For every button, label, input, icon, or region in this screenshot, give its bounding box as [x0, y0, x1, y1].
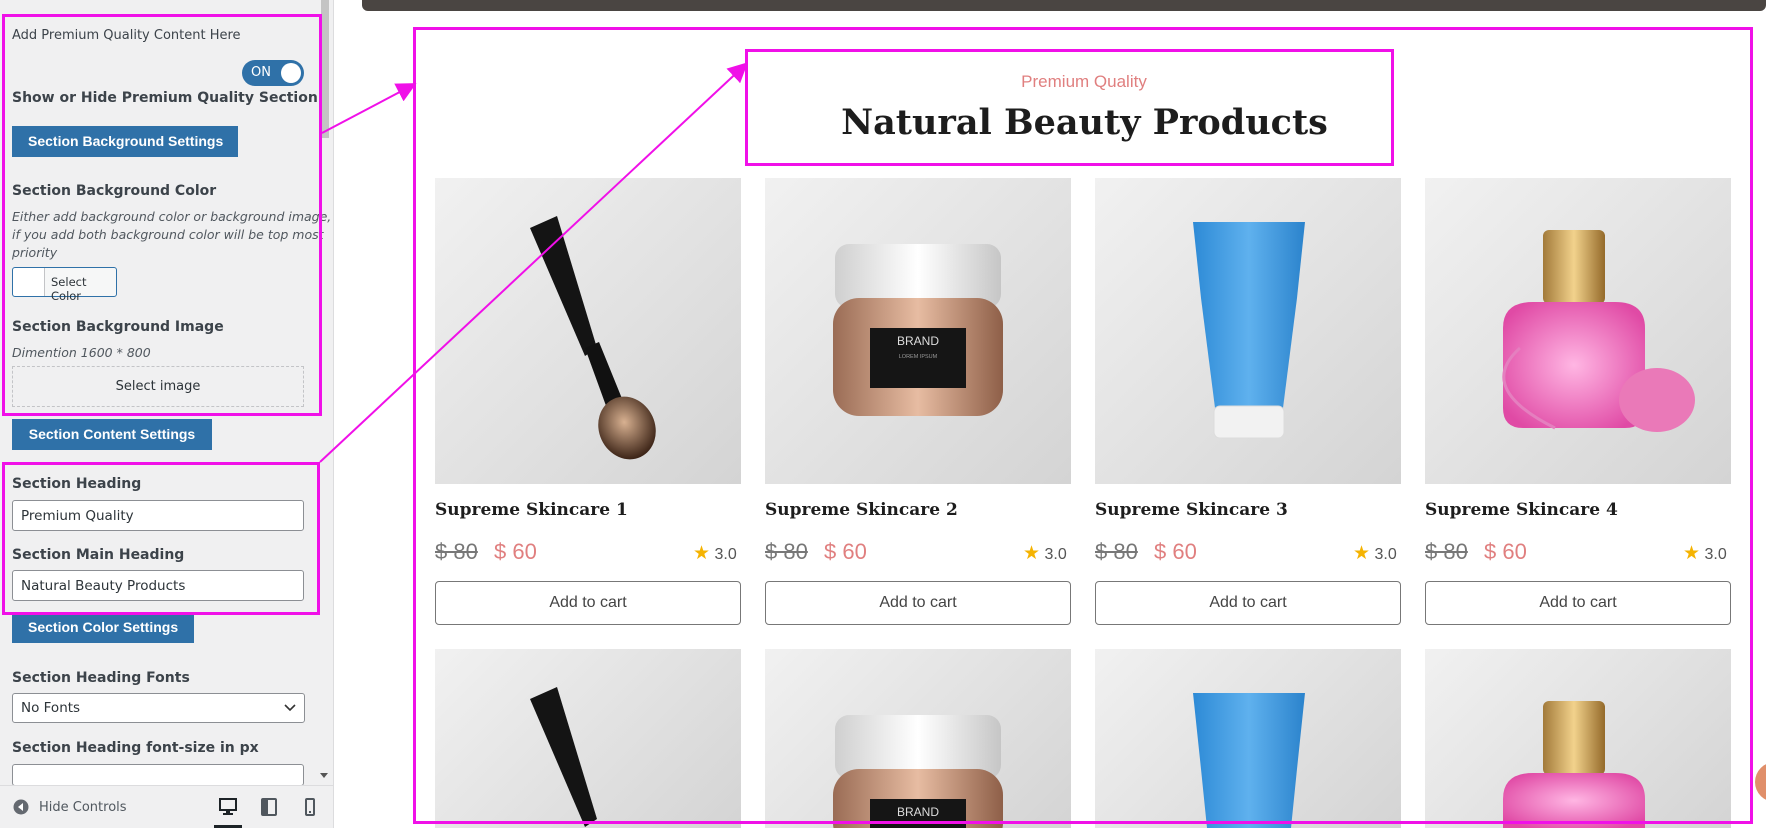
arrow-background-to-section: [321, 83, 417, 134]
annotation-arrows: [319, 62, 748, 463]
arrow-content-to-heading: [319, 62, 748, 463]
